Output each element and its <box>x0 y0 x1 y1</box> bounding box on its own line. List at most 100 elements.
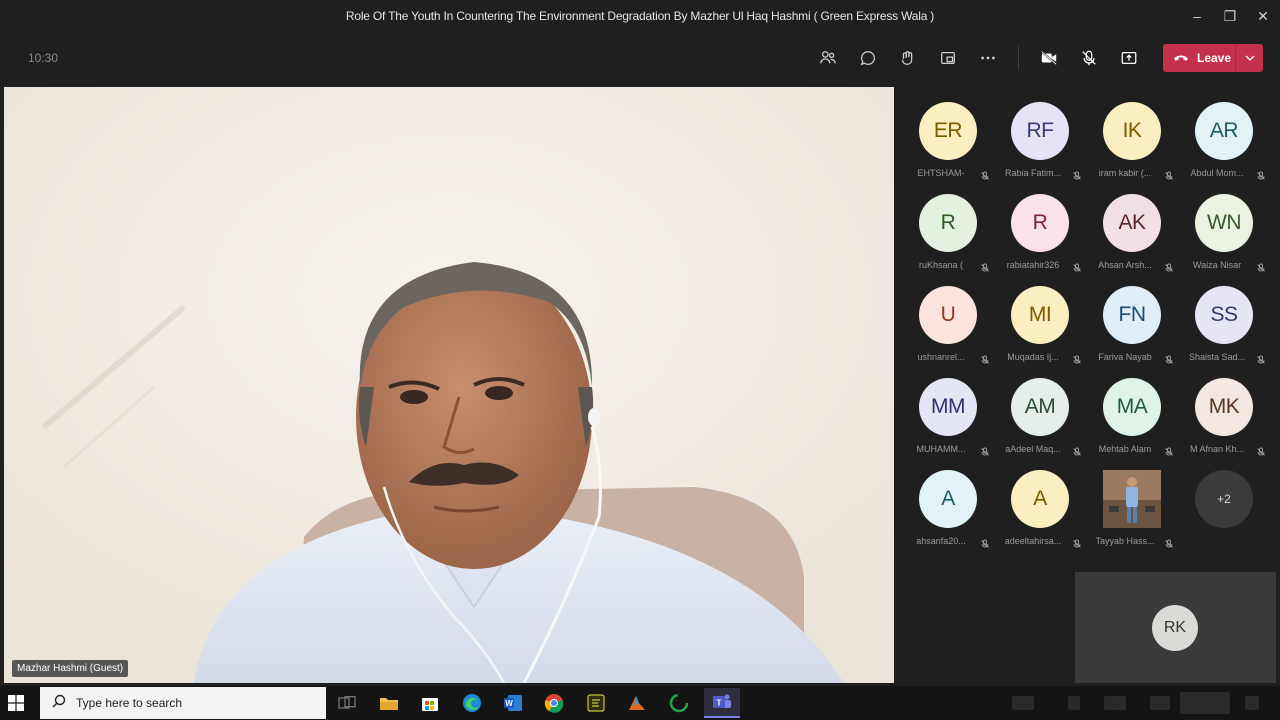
participant-tile[interactable]: MI Muqadas Ij... <box>994 272 1086 364</box>
participant-avatar: MA <box>1103 378 1161 436</box>
search-placeholder: Type here to search <box>76 696 183 710</box>
participant-grid: ER EHTSHAM- RF Rabia Fatim... IK iram kabir (… <box>900 88 1280 558</box>
participant-name: rabiatahir326 <box>1006 260 1060 270</box>
participant-name: Tayyab Hass... <box>1095 536 1155 546</box>
mic-off-icon <box>1072 260 1082 272</box>
participant-name: Shaista Sad... <box>1188 352 1246 362</box>
app-icon-3[interactable] <box>666 690 692 716</box>
file-explorer-icon[interactable] <box>376 690 402 716</box>
edge-icon[interactable] <box>459 690 485 716</box>
participant-tile[interactable]: AK Ahsan Arsh... <box>1086 180 1178 272</box>
mic-off-icon[interactable] <box>1075 46 1103 70</box>
mic-off-icon <box>1164 536 1174 548</box>
participant-avatar: AK <box>1103 194 1161 252</box>
participant-tile[interactable]: +2 <box>1178 456 1270 546</box>
participant-avatar: FN <box>1103 286 1161 344</box>
mic-off-icon <box>980 168 990 180</box>
participant-tile[interactable]: WN Waiza Nisar <box>1178 180 1270 272</box>
app-icon-2[interactable] <box>624 690 650 716</box>
word-icon[interactable]: W <box>500 690 526 716</box>
title-bar: Role Of The Youth In Countering The Envi… <box>0 0 1280 32</box>
participant-name: Fariva Nayab <box>1098 352 1152 362</box>
teams-icon[interactable]: T <box>704 688 740 718</box>
participant-name: ushnanrel... <box>917 352 965 362</box>
participant-avatar: IK <box>1103 102 1161 160</box>
clock[interactable] <box>1180 692 1230 714</box>
mic-off-icon <box>1072 444 1082 456</box>
participant-tile[interactable]: SS Shaista Sad... <box>1178 272 1270 364</box>
taskbar-search[interactable]: Type here to search <box>40 687 326 719</box>
mic-off-icon <box>1072 352 1082 364</box>
participant-avatar: MM <box>919 378 977 436</box>
app-icon[interactable] <box>583 690 609 716</box>
participant-avatar: R <box>919 194 977 252</box>
participant-avatar: AR <box>1195 102 1253 160</box>
participant-name: Abdul Mom... <box>1190 168 1244 178</box>
windows-start-icon[interactable] <box>8 695 24 711</box>
participant-tile[interactable]: FN Fariva Nayab <box>1086 272 1178 364</box>
participant-tile[interactable]: Uushnanrel... <box>902 272 994 364</box>
speaker-name-label: Mazhar Hashmi (Guest) <box>12 660 129 677</box>
meeting-timer: 10:30 <box>28 51 59 65</box>
participant-tile[interactable]: Aadeeltahirsa... <box>994 456 1086 548</box>
mic-off-icon <box>980 444 990 456</box>
participant-avatar: ER <box>919 102 977 160</box>
participant-avatar: R <box>1011 194 1069 252</box>
participant-avatar: MI <box>1011 286 1069 344</box>
participant-avatar: A <box>1011 470 1069 528</box>
participant-tile[interactable]: AM aAdeel Maq... <box>994 364 1086 456</box>
tray-icon[interactable] <box>1150 696 1170 710</box>
participant-tile[interactable]: MK M Afnan Kh... <box>1178 364 1270 456</box>
participant-name: iram kabir (... <box>1098 168 1152 178</box>
mic-off-icon <box>1164 260 1174 272</box>
self-view[interactable]: RK <box>1075 572 1276 683</box>
chevron-down-icon[interactable] <box>1236 44 1263 72</box>
participant-name: EHTSHAM- <box>917 168 965 178</box>
participant-tile[interactable]: AR Abdul Mom... <box>1178 88 1270 180</box>
participant-avatar: WN <box>1195 194 1253 252</box>
more-icon[interactable] <box>974 46 1002 70</box>
tray-icon[interactable] <box>1012 696 1034 710</box>
participant-avatar <box>1103 470 1161 528</box>
close-window-button[interactable]: ✕ <box>1246 0 1280 32</box>
participant-tile[interactable]: Rrabiatahir326 <box>994 180 1086 272</box>
view-icon[interactable] <box>934 46 962 70</box>
participant-tile[interactable]: Tayyab Hass... <box>1086 456 1178 548</box>
camera-off-icon[interactable] <box>1035 46 1063 70</box>
more-participants-button[interactable]: +2 <box>1195 470 1253 528</box>
leave-main-button[interactable]: Leave <box>1163 44 1235 72</box>
people-icon[interactable] <box>814 46 842 70</box>
participant-tile[interactable]: MM MUHAMM... <box>902 364 994 456</box>
participant-tile[interactable]: IK iram kabir (... <box>1086 88 1178 180</box>
store-icon[interactable] <box>417 690 443 716</box>
notifications-icon[interactable] <box>1245 696 1259 710</box>
meeting-toolbar: 10:30 Leave <box>0 32 1280 84</box>
participant-tile[interactable]: MA Mehtab Alam <box>1086 364 1178 456</box>
participant-avatar: AM <box>1011 378 1069 436</box>
phone-hangup-icon <box>1173 51 1189 65</box>
reactions-icon[interactable] <box>894 46 922 70</box>
mic-off-icon <box>1164 168 1174 180</box>
participant-tile[interactable]: RF Rabia Fatim... <box>994 88 1086 180</box>
leave-button[interactable]: Leave <box>1163 44 1263 72</box>
chat-icon[interactable] <box>854 46 882 70</box>
mic-off-icon <box>1164 352 1174 364</box>
mic-off-icon <box>980 260 990 272</box>
leave-label: Leave <box>1197 51 1232 65</box>
window-title: Role Of The Youth In Countering The Envi… <box>345 9 935 23</box>
tray-icon[interactable] <box>1104 696 1126 710</box>
participant-avatar: RF <box>1011 102 1069 160</box>
maximize-button[interactable]: ❐ <box>1213 0 1247 32</box>
share-icon[interactable] <box>1115 46 1143 70</box>
minimize-button[interactable]: – <box>1180 0 1214 32</box>
participant-tile[interactable]: ER EHTSHAM- <box>902 88 994 180</box>
participant-tile[interactable]: Aahsanfa20... <box>902 456 994 548</box>
mic-off-icon <box>980 352 990 364</box>
task-view-icon[interactable] <box>334 690 360 716</box>
tray-icon[interactable] <box>1068 696 1080 710</box>
participant-name: MUHAMM... <box>916 444 966 454</box>
chrome-icon[interactable] <box>541 690 567 716</box>
participant-name: ruKhsana ( <box>918 260 964 270</box>
participant-tile[interactable]: RruKhsana ( <box>902 180 994 272</box>
participant-avatar: U <box>919 286 977 344</box>
